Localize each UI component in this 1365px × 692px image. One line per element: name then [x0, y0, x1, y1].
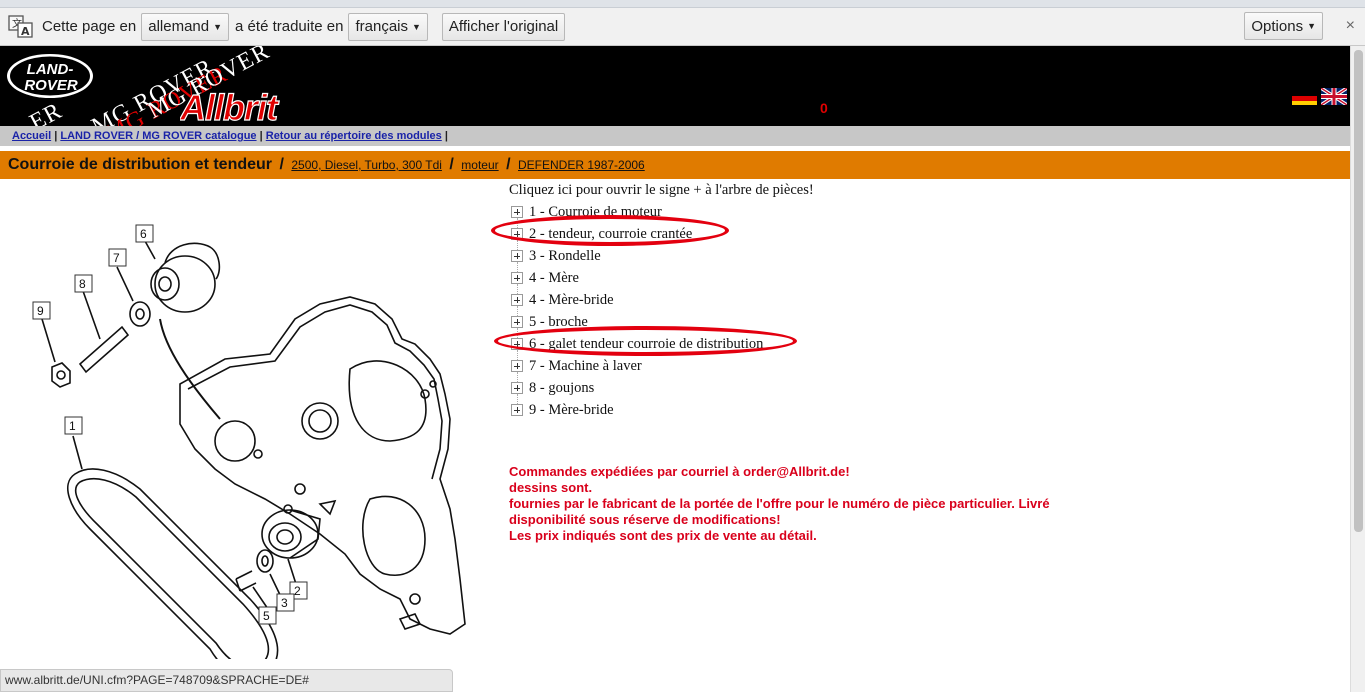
crumb-engine-link[interactable]: 2500, Diesel, Turbo, 300 Tdi	[291, 158, 442, 172]
note-line: Les prix indiqués sont des prix de vente…	[509, 528, 817, 543]
title-bar: Courroie de distribution et tendeur / 25…	[0, 151, 1350, 179]
translated-to-text: a été traduite en	[235, 18, 344, 35]
parts-tree-intro: Cliquez ici pour ouvrir le signe + à l'a…	[509, 182, 814, 198]
cart-count: 0	[820, 100, 828, 116]
breadcrumb-nav: Accueil | LAND ROVER / MG ROVER catalogu…	[0, 126, 1350, 146]
note-line: fournies par le fabricant de la portée d…	[509, 496, 1050, 511]
part-item[interactable]: 3 - Rondelle	[509, 240, 1109, 267]
expand-plus-icon[interactable]	[511, 404, 523, 416]
browser-tab-strip	[0, 0, 1365, 8]
status-bar-url: www.albritt.de/UNI.cfm?PAGE=748709&SPRAC…	[0, 669, 453, 692]
nav-catalogue-link[interactable]: LAND ROVER / MG ROVER catalogue	[60, 130, 256, 142]
chevron-down-icon: ▼	[412, 21, 421, 32]
uk-flag-icon[interactable]	[1321, 88, 1347, 105]
diagram-callout: 2	[294, 584, 301, 598]
page-title: Courroie de distribution et tendeur	[8, 156, 273, 173]
german-flag-icon[interactable]	[1292, 92, 1317, 105]
expand-plus-icon[interactable]	[511, 250, 523, 262]
part-item[interactable]: 4 - Mère	[509, 262, 1109, 289]
diagram-callout: 9	[37, 304, 44, 318]
part-label[interactable]: 4 - Mère	[529, 267, 579, 289]
diagram-callout: 1	[69, 419, 76, 433]
show-original-button[interactable]: Afficher l'original	[441, 12, 566, 41]
land-rover-logo[interactable]: LAND- ROVER	[6, 53, 94, 99]
expand-plus-icon[interactable]	[511, 206, 523, 218]
part-item[interactable]: 9 - Mère-bride	[509, 394, 1109, 421]
page-viewport: LAND- ROVER ER MG ROVER MG ROVER MG ROVE…	[0, 46, 1350, 692]
part-item[interactable]: 8 - goujons	[509, 372, 1109, 399]
expand-plus-icon[interactable]	[511, 272, 523, 284]
chevron-down-icon: ▼	[1307, 21, 1316, 31]
note-line: Commandes expédiées par courriel à order…	[509, 464, 850, 479]
close-translate-bar-button[interactable]: ×	[1346, 17, 1355, 35]
nav-separator: |	[444, 130, 448, 142]
source-language-select[interactable]: allemand ▼	[141, 12, 230, 41]
nav-back-link[interactable]: Retour au répertoire des modules	[266, 130, 442, 142]
options-label: Options	[1251, 17, 1304, 35]
vertical-scrollbar[interactable]	[1350, 46, 1365, 692]
nav-separator: |	[259, 130, 263, 142]
title-separator: /	[279, 156, 284, 173]
diagram-callout: 3	[281, 596, 288, 610]
diagram-callout: 7	[113, 251, 120, 265]
target-language-value: français	[355, 18, 408, 35]
order-notes: Commandes expédiées par courriel à order…	[509, 464, 1129, 544]
part-item[interactable]: 7 - Machine à laver	[509, 350, 1109, 377]
site-header: LAND- ROVER ER MG ROVER MG ROVER MG ROVE…	[0, 46, 1350, 147]
part-label[interactable]: 4 - Mère-bride	[529, 289, 614, 311]
part-item[interactable]: 4 - Mère-bride	[509, 284, 1109, 311]
crumb-engine-group-link[interactable]: moteur	[461, 158, 498, 172]
highlight-ellipse	[494, 326, 797, 356]
parts-exploded-diagram: 6 7 8 9 1 2 3 5	[32, 224, 466, 659]
note-line: dessins sont.	[509, 480, 593, 495]
title-separator: /	[506, 156, 511, 173]
translate-bar: 文 A Cette page en allemand ▼ a été tradu…	[0, 8, 1365, 46]
diagram-callout: 5	[263, 609, 270, 623]
source-language-value: allemand	[148, 18, 210, 35]
expand-plus-icon[interactable]	[511, 360, 523, 372]
title-separator: /	[449, 156, 454, 173]
allbrit-logo[interactable]: Allbrit	[180, 88, 352, 124]
part-label[interactable]: 9 - Mère-bride	[529, 399, 614, 421]
translate-icon: 文 A	[8, 14, 34, 39]
diagram-callout: 6	[140, 227, 147, 241]
target-language-select[interactable]: français ▼	[348, 12, 428, 41]
translate-options-button[interactable]: Options ▼	[1244, 12, 1323, 40]
part-label[interactable]: 7 - Machine à laver	[529, 355, 642, 377]
part-label[interactable]: 8 - goujons	[529, 377, 594, 399]
scrollbar-thumb[interactable]	[1354, 50, 1363, 532]
svg-text:A: A	[21, 25, 30, 38]
nav-home-link[interactable]: Accueil	[12, 130, 51, 142]
highlight-ellipse	[491, 215, 729, 246]
diagram-callout: 8	[79, 277, 86, 291]
logo-line1: LAND-	[27, 61, 74, 78]
expand-plus-icon[interactable]	[511, 316, 523, 328]
translate-page-in-text: Cette page en	[42, 18, 137, 35]
crumb-model-link[interactable]: DEFENDER 1987-2006	[518, 158, 645, 172]
nav-separator: |	[54, 130, 58, 142]
brand-name: Allbrit	[180, 88, 280, 124]
note-line: disponibilité sous réserve de modificati…	[509, 512, 781, 527]
logo-line2: ROVER	[24, 77, 78, 94]
expand-plus-icon[interactable]	[511, 382, 523, 394]
chevron-down-icon: ▼	[213, 21, 223, 32]
expand-plus-icon[interactable]	[511, 294, 523, 306]
part-label[interactable]: 3 - Rondelle	[529, 245, 601, 267]
